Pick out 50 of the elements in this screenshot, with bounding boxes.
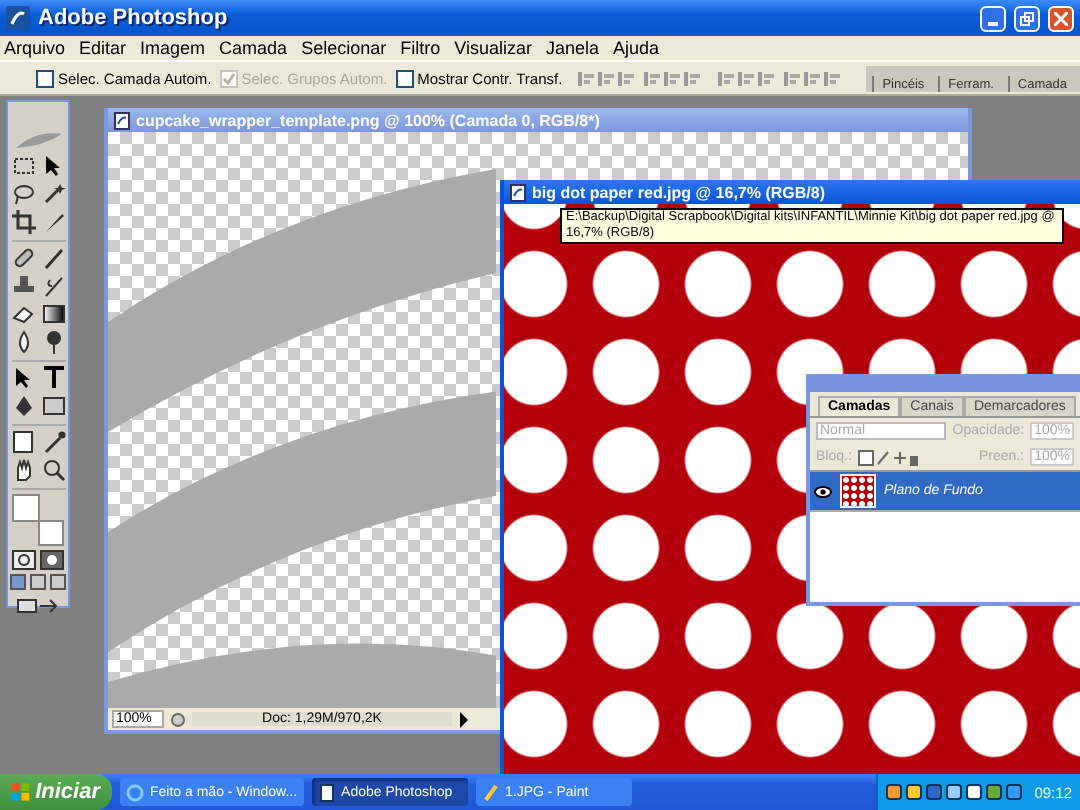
zoom-icon[interactable]	[41, 458, 65, 482]
app-icon	[6, 6, 30, 30]
menu-item[interactable]: Filtro	[400, 38, 441, 58]
close-button[interactable]	[1048, 5, 1074, 31]
pointer-icon[interactable]	[11, 366, 35, 390]
brush-icon[interactable]	[41, 246, 65, 270]
menu-item[interactable]: Selecionar	[301, 38, 387, 58]
jump-to-icon[interactable]	[16, 594, 60, 614]
document-title: big dot paper red.jpg @ 16,7% (RGB/8)	[532, 183, 825, 201]
menu-item[interactable]: Visualizar	[454, 38, 532, 58]
close-icon	[1054, 11, 1068, 25]
feather-icon	[12, 130, 64, 150]
hand-icon[interactable]	[11, 458, 35, 482]
menu-item[interactable]: Janela	[545, 38, 599, 58]
document-icon	[510, 183, 526, 201]
menu-arrow-icon[interactable]	[458, 711, 470, 727]
windows-logo-icon	[12, 782, 30, 802]
menu-item[interactable]: Ajuda	[613, 38, 660, 58]
zoom-control-icon[interactable]	[170, 711, 186, 727]
foreground-color-swatch[interactable]	[12, 494, 40, 522]
document-title-bar[interactable]: big dot paper red.jpg @ 16,7% (RGB/8)	[504, 180, 1080, 204]
paint-icon	[481, 783, 500, 801]
eyedropper-icon[interactable]	[41, 430, 65, 454]
menu-item[interactable]: Arquivo	[4, 38, 66, 58]
rectangle-icon[interactable]	[41, 394, 65, 418]
restore-icon	[1020, 11, 1034, 25]
lasso-icon[interactable]	[11, 182, 35, 206]
gradient-icon[interactable]	[41, 302, 65, 326]
checkmark-icon	[221, 71, 236, 85]
background-color-swatch[interactable]	[38, 520, 64, 546]
eye-icon[interactable]	[814, 485, 832, 497]
document-title: cupcake_wrapper_template.png @ 100% (Camada 0, RGB/8*)	[136, 111, 600, 129]
type-icon[interactable]	[41, 366, 65, 390]
lock-options-icon[interactable]	[857, 449, 918, 465]
wand-icon[interactable]	[41, 182, 65, 206]
marquee-icon[interactable]	[11, 154, 35, 178]
document-icon	[317, 783, 336, 801]
window-title: Adobe Photoshop	[38, 6, 230, 30]
menu-item[interactable]: Imagem	[140, 38, 206, 58]
arrow-icon[interactable]	[41, 154, 65, 178]
menu-item[interactable]: Camada	[219, 38, 288, 58]
quick-mask-icon[interactable]	[40, 550, 64, 570]
eraser-icon[interactable]	[11, 302, 35, 326]
standard-mode-icon[interactable]	[12, 550, 36, 570]
minimize-button[interactable]	[980, 5, 1006, 31]
browser-icon	[126, 783, 144, 801]
restore-button[interactable]	[1014, 5, 1040, 31]
menu-item[interactable]: Editar	[79, 38, 127, 58]
crop-icon[interactable]	[11, 210, 35, 234]
stamp-icon[interactable]	[11, 274, 35, 298]
